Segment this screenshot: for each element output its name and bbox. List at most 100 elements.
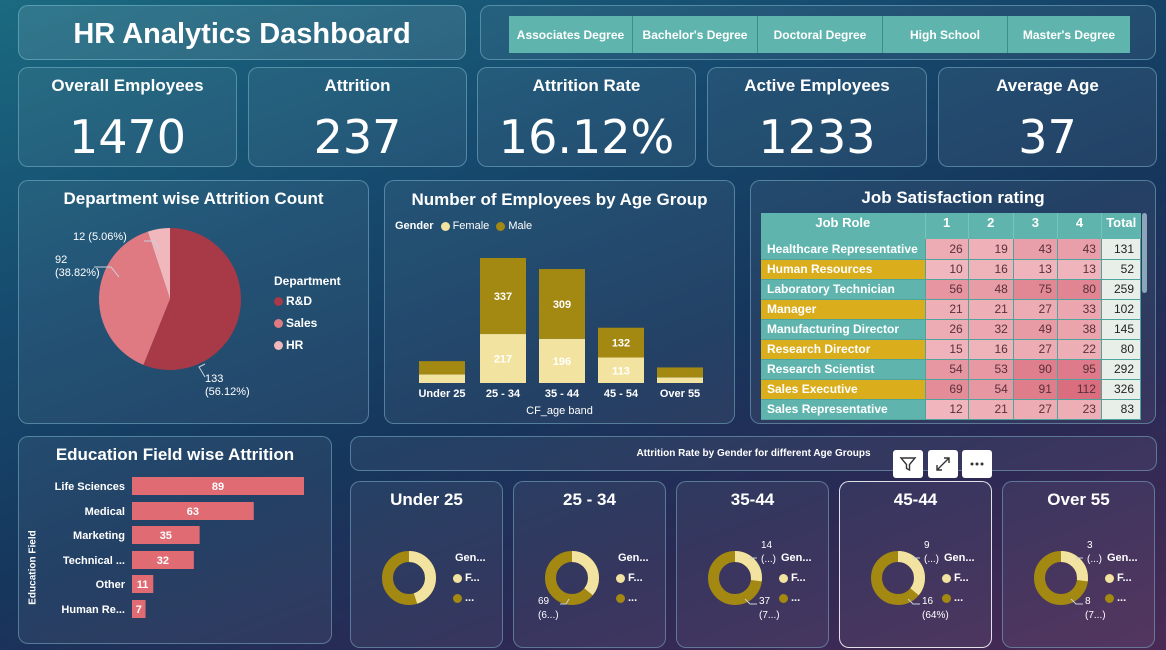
legend-item-female[interactable]: F...	[616, 568, 649, 588]
focus-mode-icon[interactable]	[928, 450, 958, 478]
dept-legend: Department R&D Sales HR	[274, 274, 341, 352]
legend-item-male[interactable]: ...	[942, 588, 975, 608]
legend-item-rd[interactable]: R&D	[274, 294, 341, 308]
kpi-active-employees: Active Employees 1233	[707, 67, 927, 167]
slicer-doctoral-degree[interactable]: Doctoral Degree	[758, 16, 883, 53]
cell-rating-4: 43	[1057, 239, 1102, 260]
y-tick-label: Other	[96, 579, 126, 591]
table-row[interactable]: Human Resources 10 16 13 13 52	[761, 259, 1142, 280]
cell-rating-3: 27	[1013, 399, 1058, 420]
bar-female-0[interactable]	[419, 374, 465, 383]
col-header-total[interactable]: Total	[1101, 213, 1141, 239]
gender-donut-card[interactable]: 25 - 34 69 (6...) Gen... F......	[513, 481, 666, 648]
col-header-1[interactable]: 1	[925, 213, 969, 239]
bar-male-0[interactable]	[419, 361, 465, 375]
kpi-overall-employees: Overall Employees 1470	[18, 67, 237, 167]
filter-icon[interactable]	[893, 450, 923, 478]
legend-item-sales[interactable]: Sales	[274, 316, 341, 330]
slicer-high-school[interactable]: High School	[883, 16, 1008, 53]
data-label: 113	[612, 365, 630, 377]
kpi-value: 1233	[758, 110, 876, 164]
legend-dot-icon	[453, 573, 462, 583]
cell-total: 52	[1101, 259, 1142, 280]
legend-item-hr[interactable]: HR	[274, 338, 341, 352]
gender-donut-card[interactable]: 35-44 14 (...) 37 (7...) Gen... F......	[676, 481, 829, 648]
more-options-icon[interactable]	[962, 450, 992, 478]
cell-total: 259	[1101, 279, 1142, 300]
kpi-label: Active Employees	[744, 76, 890, 95]
legend-label: F...	[628, 572, 643, 584]
cell-rating-2: 19	[968, 239, 1014, 260]
table-row[interactable]: Manager 21 21 27 33 102	[761, 299, 1142, 320]
table-header-row: Job Role 1 2 3 4 Total	[761, 213, 1141, 239]
donut-data-label: (...)	[1087, 554, 1102, 565]
gender-section-header: Attrition Rate by Gender for different A…	[350, 436, 1157, 471]
gender-donut-card[interactable]: Under 25 Gen... F......	[350, 481, 503, 648]
table-scrollbar[interactable]	[1142, 213, 1147, 293]
cell-rating-3: 27	[1013, 299, 1058, 320]
donut-legend: Gen... F......	[616, 548, 649, 608]
legend-dot-icon	[942, 573, 951, 583]
slicer-masters-degree[interactable]: Master's Degree	[1008, 16, 1130, 53]
gender-donut-card[interactable]: Over 55 3 (...) 8 (7...) Gen... F......	[1002, 481, 1155, 648]
cell-rating-4: 23	[1057, 399, 1102, 420]
legend-item-male[interactable]: ...	[779, 588, 812, 608]
legend-label: R&D	[286, 294, 312, 308]
sales-data-label: 92 (38.82%)	[55, 254, 100, 280]
bar-female-4[interactable]	[657, 377, 703, 383]
x-tick-label: 25 - 34	[486, 388, 521, 400]
x-tick-label: Over 55	[660, 388, 700, 400]
kpi-attrition-rate: Attrition Rate 16.12%	[477, 67, 696, 167]
cell-rating-2: 21	[968, 399, 1014, 420]
legend-item-female[interactable]: F...	[779, 568, 812, 588]
cell-rating-3: 49	[1013, 319, 1058, 340]
col-header-4[interactable]: 4	[1057, 213, 1102, 239]
table-row[interactable]: Healthcare Representative 26 19 43 43 131	[761, 239, 1142, 260]
cell-rating-3: 27	[1013, 339, 1058, 360]
cell-job-role: Sales Executive	[761, 379, 926, 400]
legend-label: F...	[791, 572, 806, 584]
donut-data-label: 16	[922, 596, 934, 607]
horizontal-bar-chart: Life Sciences 89 Medical 63 Marketing 35 Techn…	[55, 477, 304, 618]
legend-label: F...	[465, 572, 480, 584]
education-field-chart: Education Field wise Attrition Education…	[18, 436, 332, 644]
legend-dot-icon	[274, 319, 283, 329]
legend-dot-icon	[616, 573, 625, 583]
slicer-bachelors-degree[interactable]: Bachelor's Degree	[633, 16, 758, 53]
legend-item-male[interactable]: ...	[1105, 588, 1138, 608]
cell-rating-4: 112	[1057, 379, 1102, 400]
cell-rating-3: 43	[1013, 239, 1058, 260]
donut-data-label: 3	[1087, 540, 1093, 551]
slicer-associates-degree[interactable]: Associates Degree	[509, 16, 633, 53]
legend-item-female[interactable]: F...	[453, 568, 486, 588]
legend-item-male[interactable]: ...	[453, 588, 486, 608]
kpi-value: 237	[313, 110, 402, 164]
legend-item-female[interactable]: F...	[942, 568, 975, 588]
title-panel: HR Analytics Dashboard	[18, 5, 466, 60]
legend-dot-icon	[779, 593, 788, 603]
legend-dot-icon	[779, 573, 788, 583]
data-label: 63	[187, 506, 199, 518]
legend-item-female[interactable]: F...	[1105, 568, 1138, 588]
col-header-2[interactable]: 2	[968, 213, 1014, 239]
y-tick-label: Technical ...	[63, 555, 125, 567]
y-tick-label: Life Sciences	[55, 481, 125, 493]
gender-donut-card[interactable]: 45-44 9 (...) 16 (64%) Gen... F......	[839, 481, 992, 648]
table-row[interactable]: Research Director 15 16 27 22 80	[761, 339, 1142, 360]
donut-data-label: (...)	[924, 554, 939, 565]
table-row[interactable]: Manufacturing Director 26 32 49 38 145	[761, 319, 1142, 340]
table-row[interactable]: Research Scientist 54 53 90 95 292	[761, 359, 1142, 380]
y-tick-label: Marketing	[73, 530, 125, 542]
table-row[interactable]: Laboratory Technician 56 48 75 80 259	[761, 279, 1142, 300]
cell-rating-2: 53	[968, 359, 1014, 380]
legend-item-male[interactable]: ...	[616, 588, 649, 608]
x-tick-label: Under 25	[418, 388, 465, 400]
col-header-3[interactable]: 3	[1013, 213, 1058, 239]
bar-male-4[interactable]	[657, 367, 703, 378]
table-row[interactable]: Sales Executive 69 54 91 112 326	[761, 379, 1142, 400]
col-header-job-role[interactable]: Job Role	[761, 213, 926, 239]
cell-rating-3: 90	[1013, 359, 1058, 380]
dept-attrition-chart: Department wise Attrition Count 92 (38.8…	[18, 180, 369, 424]
cell-rating-4: 13	[1057, 259, 1102, 280]
table-row[interactable]: Sales Representative 12 21 27 23 83	[761, 399, 1142, 420]
